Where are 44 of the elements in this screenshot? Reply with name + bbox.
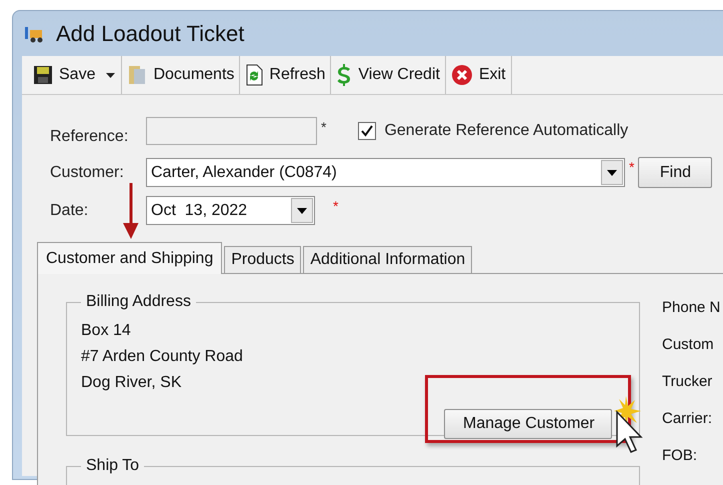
window-title: Add Loadout Ticket (56, 20, 244, 48)
dropdown-button[interactable] (291, 198, 313, 223)
toolbar-button[interactable]: Save (28, 56, 100, 94)
close-icon (450, 64, 473, 86)
field-label: FOB: (662, 446, 698, 466)
reference-field[interactable] (146, 117, 317, 145)
dollar-icon (336, 63, 352, 87)
caret-icon (607, 170, 617, 176)
caret-icon (297, 208, 307, 214)
field-label: Carrier: (662, 409, 714, 429)
dropdown-button[interactable] (601, 160, 623, 185)
checkmark-icon (361, 125, 374, 137)
tab[interactable]: Products (224, 246, 302, 273)
field-label: Custom (662, 335, 715, 355)
manage-customer-button[interactable]: Manage Customer (444, 409, 612, 439)
address-line: #7 Arden County Road (81, 347, 244, 367)
refresh-icon (245, 64, 264, 86)
required-mark: * (321, 118, 326, 137)
tab[interactable]: Additional Information (303, 246, 472, 273)
field-label: Date: (50, 200, 90, 220)
combo-value: Carter, Alexander (C0874) (150, 162, 338, 182)
combo-value: Oct 13, 2022 (150, 200, 248, 220)
address-line: Dog River, SK (81, 373, 182, 393)
toolbar-button[interactable]: Refresh (240, 56, 330, 94)
toolbar-button[interactable]: View Credit (331, 56, 445, 94)
address-line: Box 14 (81, 321, 132, 341)
checkbox[interactable] (358, 122, 376, 140)
tab[interactable]: Customer and Shipping (37, 242, 222, 274)
find-button[interactable]: Find (638, 157, 712, 188)
customer-combo[interactable]: Carter, Alexander (C0874) (146, 158, 625, 187)
date-combo[interactable]: Oct 13, 2022 (146, 196, 315, 225)
required-mark: * (629, 158, 634, 177)
required-mark: * (333, 197, 338, 216)
field-label: Phone N (662, 298, 720, 318)
checkbox-label: Generate Reference Automatically (384, 121, 628, 141)
field-label: Reference: (50, 127, 130, 147)
arrow-annotation (123, 183, 139, 239)
caret-icon (106, 72, 116, 78)
field-label: Customer: (50, 162, 125, 182)
toolbar-button[interactable]: Documents (122, 56, 240, 94)
group-title: Billing Address (85, 292, 192, 312)
group-title: Ship To (85, 456, 140, 476)
field-label: Trucker (662, 372, 714, 392)
toolbar-button[interactable]: Exit (446, 56, 511, 94)
